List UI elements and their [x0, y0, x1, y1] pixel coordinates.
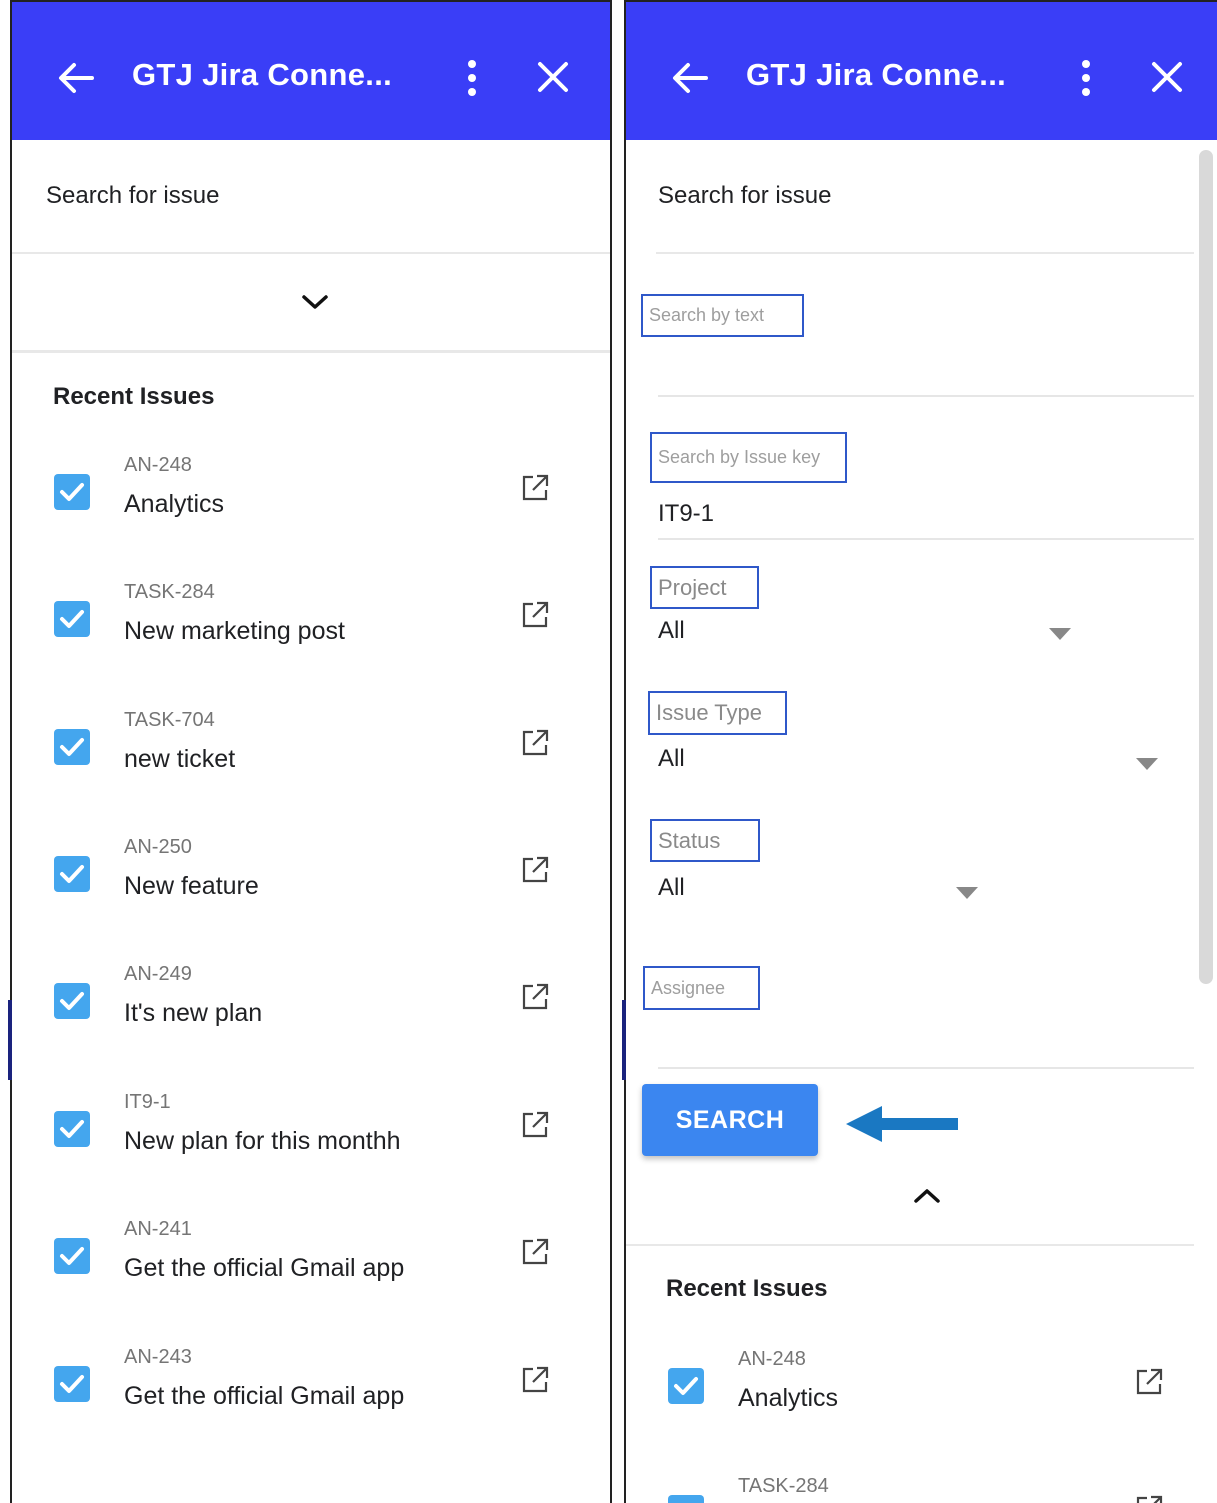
assignee-input[interactable]: Assignee [643, 966, 760, 1010]
issue-name: new ticket [124, 745, 236, 773]
checkbox-checked-icon[interactable] [54, 1238, 90, 1274]
more-vertical-icon[interactable] [464, 58, 480, 98]
external-link-icon[interactable] [520, 855, 550, 885]
issue-name: Get the official Gmail app [124, 1382, 405, 1410]
issue-name: Get the official Gmail app [124, 1254, 405, 1282]
chevron-down-icon[interactable] [300, 292, 330, 312]
issue-type-label: Issue Type [648, 691, 787, 735]
search-text-underline [658, 395, 1194, 397]
issue-item[interactable]: IT9-1 New plan for this monthh [12, 1091, 572, 1181]
issue-key-underline [658, 538, 1194, 540]
external-link-icon[interactable] [520, 600, 550, 630]
status-select[interactable]: All [658, 874, 685, 902]
issue-item[interactable]: AN-243 Get the official Gmail app [12, 1346, 572, 1436]
issue-key: IT9-1 [124, 1091, 171, 1113]
external-link-icon[interactable] [520, 1365, 550, 1395]
divider [626, 1244, 1194, 1246]
checkbox-checked-icon[interactable] [54, 729, 90, 765]
checkbox-checked-icon[interactable] [54, 983, 90, 1019]
issue-item[interactable]: TASK-704 new ticket [12, 709, 572, 799]
issue-key-label: Search by Issue key [650, 432, 847, 483]
project-select[interactable]: All [658, 617, 685, 645]
recent-issues-heading: Recent Issues [666, 1275, 828, 1302]
checkbox-checked-icon[interactable] [54, 601, 90, 637]
issue-name: New plan for this monthh [124, 1127, 401, 1155]
checkbox-checked-icon[interactable] [54, 856, 90, 892]
window-edge-marker [8, 1000, 12, 1080]
addon-panel-expanded: GTJ Jira Conne... Search for issue Searc… [624, 0, 1217, 1503]
issue-name: Analytics [124, 490, 225, 518]
addon-panel-collapsed: GTJ Jira Conne... Search for issue Recen… [10, 0, 612, 1503]
app-title: GTJ Jira Conne... [132, 57, 393, 92]
issue-item[interactable]: AN-250 New feature [12, 836, 572, 926]
issue-key: AN-243 [124, 1346, 192, 1368]
issue-name: It's new plan [124, 999, 263, 1027]
arrow-left-icon[interactable] [56, 58, 96, 98]
external-link-icon[interactable] [520, 473, 550, 503]
issue-type-select[interactable]: All [658, 745, 685, 773]
recent-issues-heading: Recent Issues [53, 383, 215, 410]
issue-key: AN-249 [124, 963, 192, 985]
chevron-up-icon[interactable] [912, 1186, 942, 1206]
close-icon[interactable] [1150, 60, 1184, 94]
blue-arrow-left-icon [846, 1106, 958, 1142]
issue-name: New feature [124, 872, 259, 900]
divider [656, 252, 1194, 254]
app-title: GTJ Jira Conne... [746, 57, 1007, 92]
external-link-icon[interactable] [520, 728, 550, 758]
arrow-left-icon[interactable] [670, 58, 710, 98]
divider [12, 350, 610, 353]
issue-key: TASK-284 [738, 1475, 829, 1497]
search-section-label: Search for issue [658, 182, 832, 209]
more-vertical-icon[interactable] [1078, 58, 1094, 98]
external-link-icon[interactable] [1134, 1367, 1164, 1397]
caret-down-icon[interactable] [1049, 628, 1071, 640]
external-link-icon[interactable] [1134, 1494, 1164, 1503]
caret-down-icon[interactable] [956, 887, 978, 899]
window-edge-marker [622, 1000, 626, 1080]
assignee-underline [658, 1067, 1194, 1069]
issue-item[interactable]: TASK-284 [626, 1475, 1186, 1503]
checkbox-checked-icon[interactable] [54, 1366, 90, 1402]
search-button[interactable]: SEARCH [642, 1084, 818, 1156]
issue-item[interactable]: AN-248 Analytics [626, 1348, 1186, 1438]
issue-key: AN-248 [124, 454, 192, 476]
issue-item[interactable]: AN-248 Analytics [12, 454, 572, 544]
scrollbar[interactable] [1199, 150, 1213, 984]
external-link-icon[interactable] [520, 1110, 550, 1140]
issue-key: TASK-284 [124, 581, 215, 603]
close-icon[interactable] [536, 60, 570, 94]
issue-key: AN-248 [738, 1348, 806, 1370]
caret-down-icon[interactable] [1136, 758, 1158, 770]
checkbox-checked-icon[interactable] [668, 1368, 704, 1404]
status-label: Status [650, 819, 760, 862]
checkbox-checked-icon[interactable] [54, 474, 90, 510]
issue-item[interactable]: TASK-284 New marketing post [12, 581, 572, 671]
app-bar: GTJ Jira Conne... [626, 2, 1217, 140]
issue-item[interactable]: AN-249 It's new plan [12, 963, 572, 1053]
search-section-label: Search for issue [46, 182, 220, 209]
external-link-icon[interactable] [520, 1237, 550, 1267]
issue-key: TASK-704 [124, 709, 215, 731]
divider [12, 252, 610, 254]
checkbox-checked-icon[interactable] [668, 1495, 704, 1503]
checkbox-checked-icon[interactable] [54, 1111, 90, 1147]
project-label: Project [650, 566, 759, 609]
issue-name: New marketing post [124, 617, 345, 645]
app-bar: GTJ Jira Conne... [12, 2, 610, 140]
issue-key-input[interactable]: IT9-1 [658, 500, 714, 528]
issue-item[interactable]: AN-241 Get the official Gmail app [12, 1218, 572, 1308]
issue-key: AN-250 [124, 836, 192, 858]
issue-name: Analytics [738, 1384, 839, 1412]
search-text-input[interactable]: Search by text [641, 294, 804, 337]
external-link-icon[interactable] [520, 982, 550, 1012]
issue-key: AN-241 [124, 1218, 192, 1240]
